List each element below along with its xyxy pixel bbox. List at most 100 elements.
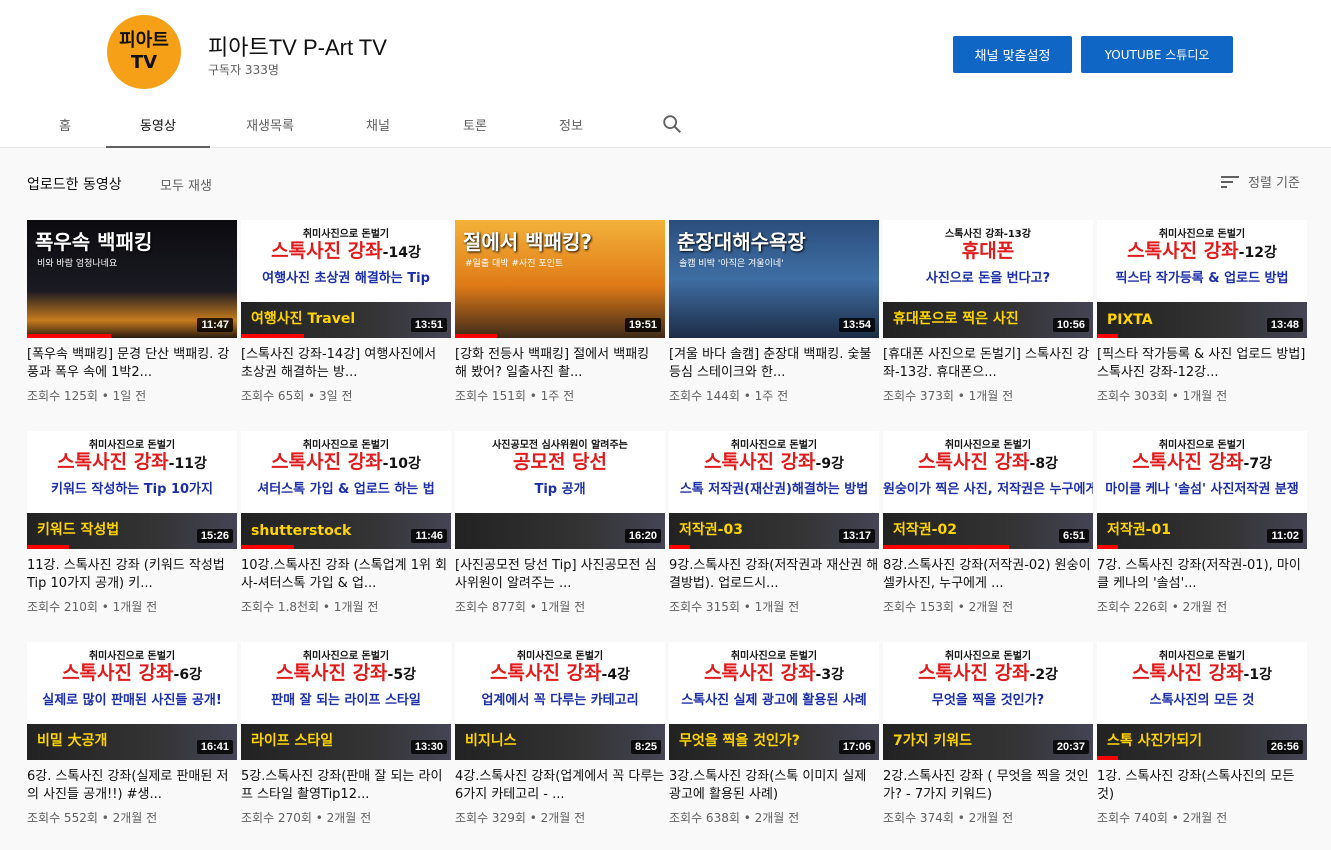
video-thumbnail[interactable]: 취미사진으로 돈벌기 스톡사진 강좌-11강 키워드 작성하는 Tip 10가지… <box>27 431 237 549</box>
video-title[interactable]: [폭우속 백패킹] 문경 단산 백패킹. 강풍과 폭우 속에 1박2... <box>27 346 237 382</box>
video-card[interactable]: 스톡사진 강좌-13강 휴대폰 사진으로 돈을 번다고? 휴대폰으로 찍은 사진… <box>883 220 1093 404</box>
video-thumbnail[interactable]: 취미사진으로 돈벌기 스톡사진 강좌-12강 픽스타 작가등록 & 업로드 방법… <box>1097 220 1307 338</box>
video-thumbnail[interactable]: 취미사진으로 돈벌기 스톡사진 강좌-6강 실제로 많이 판매된 사진들 공개!… <box>27 642 237 760</box>
video-title[interactable]: 6강. 스톡사진 강좌(실제로 판매된 저의 사진들 공개!!) #생... <box>27 768 237 804</box>
video-title[interactable]: 3강.스톡사진 강좌(스톡 이미지 실제 광고에 활용된 사례) <box>669 768 879 804</box>
youtube-studio-button[interactable]: YOUTUBE 스튜디오 <box>1081 36 1233 73</box>
tab-about[interactable]: 정보 <box>520 100 622 148</box>
sort-button[interactable]: 정렬 기준 <box>1220 172 1300 191</box>
channel-avatar[interactable]: 피아트 TV <box>107 15 181 89</box>
video-card[interactable]: 폭우속 백패킹 비와 바람 엄청나네요 11:47 [폭우속 백패킹] 문경 단… <box>27 220 237 404</box>
video-meta: 조회수 740회 • 2개월 전 <box>1097 811 1228 825</box>
video-duration: 13:54 <box>838 318 875 332</box>
video-title[interactable]: [겨울 바다 솔캠] 춘장대 백패킹. 숯불 등심 스테이크와 한... <box>669 346 879 382</box>
tab-channels[interactable]: 채널 <box>326 100 430 148</box>
tab-playlists[interactable]: 재생목록 <box>214 100 326 148</box>
video-card[interactable]: 취미사진으로 돈벌기 스톡사진 강좌-2강 무엇을 찍을 것인가? 7가지 키워… <box>883 642 1093 826</box>
thumbnail-strip-text: 비지니스 <box>465 733 517 749</box>
video-duration: 6:51 <box>1058 529 1089 543</box>
thumbnail-suffix: -11강 <box>168 456 207 472</box>
video-card[interactable]: 취미사진으로 돈벌기 스톡사진 강좌-14강 여행사진 초상권 해결하는 Tip… <box>241 220 451 404</box>
video-thumbnail[interactable]: 춘장대해수욕장 솔캠 비박 '아직은 겨울이네' 13:54 <box>669 220 879 338</box>
thumbnail-suffix: -6강 <box>173 667 202 683</box>
thumbnail-strip-text: 저작권-03 <box>679 522 743 538</box>
sort-label: 정렬 기준 <box>1248 176 1300 191</box>
thumbnail-strip-text: 저작권-02 <box>893 522 957 538</box>
video-thumbnail[interactable]: 취미사진으로 돈벌기 스톡사진 강좌-5강 판매 잘 되는 라이프 스타일 라이… <box>241 642 451 760</box>
thumbnail-main: 스톡사진 강좌 <box>918 451 1030 473</box>
video-card[interactable]: 취미사진으로 돈벌기 스톡사진 강좌-12강 픽스타 작가등록 & 업로드 방법… <box>1097 220 1307 404</box>
video-card[interactable]: 취미사진으로 돈벌기 스톡사진 강좌-3강 스톡사진 실제 광고에 활용된 사례… <box>669 642 879 826</box>
video-card[interactable]: 취미사진으로 돈벌기 스톡사진 강좌-1강 스톡사진의 모든 것 스톡 사진가되… <box>1097 642 1307 826</box>
video-thumbnail[interactable]: 취미사진으로 돈벌기 스톡사진 강좌-10강 셔터스톡 가입 & 업로드 하는 … <box>241 431 451 549</box>
video-thumbnail[interactable]: 취미사진으로 돈벌기 스톡사진 강좌-3강 스톡사진 실제 광고에 활용된 사례… <box>669 642 879 760</box>
play-all-button[interactable]: 모두 재생 <box>160 175 212 194</box>
video-title[interactable]: [픽스타 작가등록 & 사진 업로드 방법] 스톡사진 강좌-12강... <box>1097 346 1307 382</box>
tab-discussion[interactable]: 토론 <box>430 100 520 148</box>
video-thumbnail[interactable]: 취미사진으로 돈벌기 스톡사진 강좌-8강 원숭이가 찍은 사진, 저작권은 누… <box>883 431 1093 549</box>
thumbnail-main: 스톡사진 강좌 <box>918 662 1030 684</box>
video-card[interactable]: 취미사진으로 돈벌기 스톡사진 강좌-5강 판매 잘 되는 라이프 스타일 라이… <box>241 642 451 826</box>
video-title[interactable]: 8강.스톡사진 강좌(저작권-02) 원숭이 셀카사진, 누구에게 ... <box>883 557 1093 593</box>
video-card[interactable]: 취미사진으로 돈벌기 스톡사진 강좌-9강 스톡 저작권(재산권)해결하는 방법… <box>669 431 879 615</box>
thumbnail-main: 스톡사진 강좌 <box>276 662 388 684</box>
video-title[interactable]: [스톡사진 강좌-14강] 여행사진에서 초상권 해결하는 방... <box>241 346 451 382</box>
thumbnail-strip-text: PIXTA <box>1107 312 1153 328</box>
thumbnail-suffix: -3강 <box>815 667 844 683</box>
video-title[interactable]: [강화 전등사 백패킹] 절에서 백패킹 해 봤어? 일출사진 촬... <box>455 346 665 382</box>
video-thumbnail[interactable]: 취미사진으로 돈벌기 스톡사진 강좌-2강 무엇을 찍을 것인가? 7가지 키워… <box>883 642 1093 760</box>
thumbnail-subtitle: 스톡사진의 모든 것 <box>1149 693 1255 708</box>
video-thumbnail[interactable]: 취미사진으로 돈벌기 스톡사진 강좌-4강 업계에서 꼭 다루는 카테고리 비지… <box>455 642 665 760</box>
video-duration: 11:02 <box>1267 529 1303 543</box>
video-thumbnail[interactable]: 사진공모전 심사위원이 알려주는 공모전 당선 Tip 공개 16:20 <box>455 431 665 549</box>
thumbnail-main-text: 스톡사진 강좌-5강 <box>241 658 451 685</box>
search-icon[interactable] <box>661 113 683 135</box>
video-title[interactable]: 5강.스톡사진 강좌(판매 잘 되는 라이프 스타일 촬영Tip12... <box>241 768 451 804</box>
video-title[interactable]: 7강. 스톡사진 강좌(저작권-01), 마이클 케나의 '솔섬'... <box>1097 557 1307 593</box>
video-card[interactable]: 절에서 백패킹? #일출 대박 #사진 포인트 19:51 [강화 전등사 백패… <box>455 220 665 404</box>
section-title: 업로드한 동영상 <box>27 177 122 193</box>
video-title[interactable]: [사진공모전 당선 Tip] 사진공모전 심사위원이 알려주는 ... <box>455 557 665 593</box>
video-card[interactable]: 취미사진으로 돈벌기 스톡사진 강좌-8강 원숭이가 찍은 사진, 저작권은 누… <box>883 431 1093 615</box>
video-thumbnail[interactable]: 스톡사진 강좌-13강 휴대폰 사진으로 돈을 번다고? 휴대폰으로 찍은 사진… <box>883 220 1093 338</box>
video-thumbnail[interactable]: 취미사진으로 돈벌기 스톡사진 강좌-7강 마이클 케나 '솔섬' 사진저작권 … <box>1097 431 1307 549</box>
video-card[interactable]: 취미사진으로 돈벌기 스톡사진 강좌-4강 업계에서 꼭 다루는 카테고리 비지… <box>455 642 665 826</box>
video-card[interactable]: 사진공모전 심사위원이 알려주는 공모전 당선 Tip 공개 16:20 [사진… <box>455 431 665 615</box>
video-thumbnail[interactable]: 취미사진으로 돈벌기 스톡사진 강좌-9강 스톡 저작권(재산권)해결하는 방법… <box>669 431 879 549</box>
video-meta: 조회수 226회 • 2개월 전 <box>1097 600 1228 614</box>
watch-progress-bar <box>455 334 497 338</box>
video-card[interactable]: 취미사진으로 돈벌기 스톡사진 강좌-7강 마이클 케나 '솔섬' 사진저작권 … <box>1097 431 1307 615</box>
thumbnail-strip-text: 휴대폰으로 찍은 사진 <box>893 311 1019 327</box>
video-thumbnail[interactable]: 취미사진으로 돈벌기 스톡사진 강좌-14강 여행사진 초상권 해결하는 Tip… <box>241 220 451 338</box>
video-title[interactable]: 9강.스톡사진 강좌(저작권과 재산권 해결방법). 업로드시... <box>669 557 879 593</box>
video-duration: 16:41 <box>196 740 233 754</box>
thumbnail-subtitle: 업계에서 꼭 다루는 카테고리 <box>481 693 639 708</box>
video-meta: 조회수 315회 • 1개월 전 <box>669 600 800 614</box>
video-card[interactable]: 취미사진으로 돈벌기 스톡사진 강좌-6강 실제로 많이 판매된 사진들 공개!… <box>27 642 237 826</box>
customize-channel-button[interactable]: 채널 맞춤설정 <box>953 36 1072 73</box>
thumbnail-main-text: 스톡사진 강좌-2강 <box>883 658 1093 685</box>
video-thumbnail[interactable]: 취미사진으로 돈벌기 스톡사진 강좌-1강 스톡사진의 모든 것 스톡 사진가되… <box>1097 642 1307 760</box>
thumbnail-main-text: 스톡사진 강좌-9강 <box>669 447 879 474</box>
video-duration: 13:30 <box>410 740 447 754</box>
video-meta: 조회수 125회 • 1일 전 <box>27 389 147 403</box>
video-title[interactable]: 11강. 스톡사진 강좌 (키워드 작성법 Tip 10가지 공개) 키... <box>27 557 237 593</box>
channel-header: 피아트 TV 피아트TV P-Art TV 구독자 333명 채널 맞춤설정 Y… <box>0 0 1331 148</box>
video-title[interactable]: 1강. 스톡사진 강좌(스톡사진의 모든 것) <box>1097 768 1307 804</box>
video-card[interactable]: 취미사진으로 돈벌기 스톡사진 강좌-11강 키워드 작성하는 Tip 10가지… <box>27 431 237 615</box>
video-title[interactable]: 2강.스톡사진 강좌 ( 무엇을 찍을 것인가? - 7가지 키워드) <box>883 768 1093 804</box>
video-title[interactable]: 4강.스톡사진 강좌(업계에서 꼭 다루는 6가지 카테고리 - ... <box>455 768 665 804</box>
video-card[interactable]: 취미사진으로 돈벌기 스톡사진 강좌-10강 셔터스톡 가입 & 업로드 하는 … <box>241 431 451 615</box>
tab-home[interactable]: 홈 <box>30 100 100 148</box>
thumbnail-subtitle: Tip 공개 <box>534 482 586 497</box>
video-title[interactable]: 10강.스톡사진 강좌 (스톡업계 1위 회사-셔터스톡 가입 & 업... <box>241 557 451 593</box>
video-thumbnail[interactable]: 폭우속 백패킹 비와 바람 엄청나네요 11:47 <box>27 220 237 338</box>
video-duration: 10:56 <box>1052 318 1089 332</box>
video-title[interactable]: [휴대폰 사진으로 돈벌기] 스톡사진 강좌-13강. 휴대폰으... <box>883 346 1093 382</box>
thumbnail-main: 스톡사진 강좌 <box>62 662 174 684</box>
video-card[interactable]: 춘장대해수욕장 솔캠 비박 '아직은 겨울이네' 13:54 [겨울 바다 솔캠… <box>669 220 879 404</box>
video-duration: 11:47 <box>197 318 233 332</box>
video-thumbnail[interactable]: 절에서 백패킹? #일출 대박 #사진 포인트 19:51 <box>455 220 665 338</box>
tab-videos[interactable]: 동영상 <box>106 100 210 148</box>
video-meta: 조회수 329회 • 2개월 전 <box>455 811 586 825</box>
